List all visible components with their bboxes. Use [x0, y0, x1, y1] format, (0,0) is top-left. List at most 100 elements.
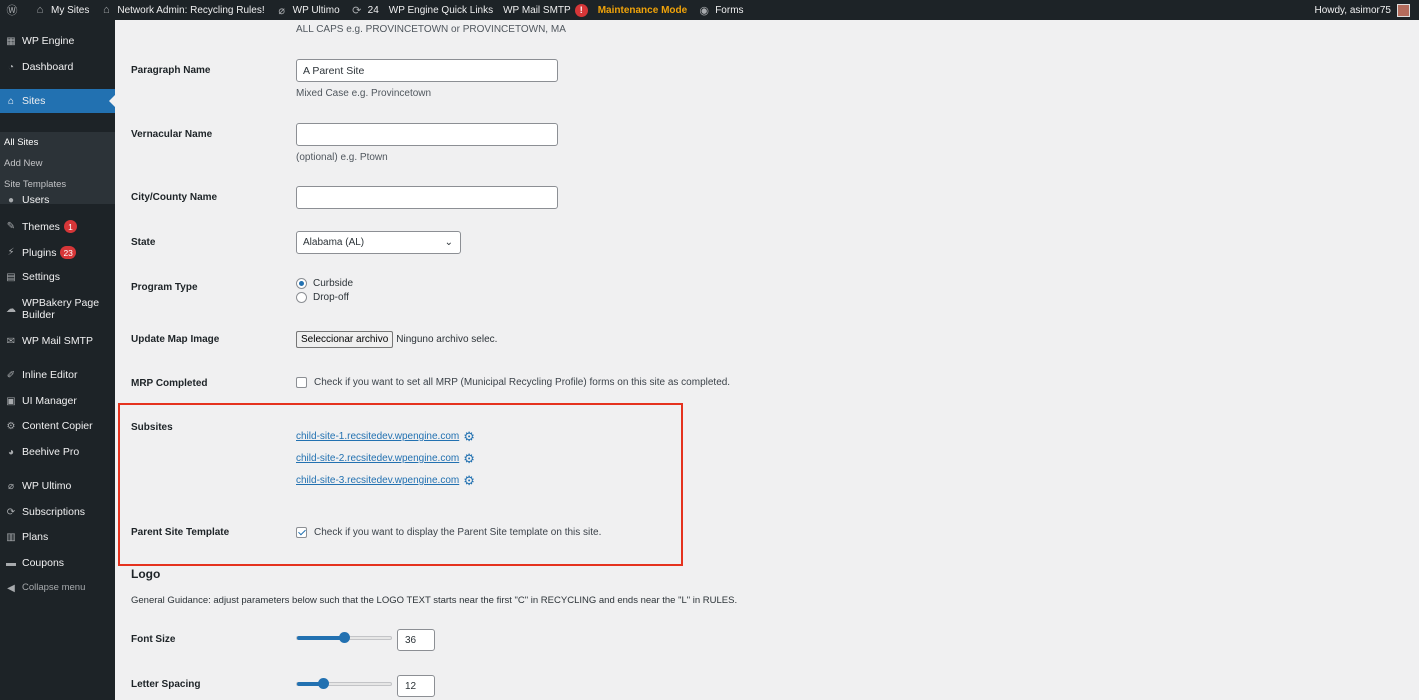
gear-icon[interactable]: ⚙ [463, 452, 475, 465]
sidebar-item-coupons[interactable]: ▬ Coupons [0, 557, 115, 569]
mrp-completed-label: MRP Completed [131, 378, 208, 389]
state-select[interactable]: Alabama (AL) ⌄ [296, 231, 461, 254]
sidebar-item-plugins[interactable]: ⚡ Plugins 23 [0, 246, 115, 259]
plans-icon: ▥ [6, 531, 16, 543]
sites-icon: ⌂ [7, 95, 15, 107]
main-content: ALL CAPS e.g. PROVINCETOWN or PROVINCETO… [115, 20, 1419, 700]
paragraph-name-description: Mixed Case e.g. Provincetown [296, 88, 432, 99]
forms-icon: ◉ [699, 4, 709, 17]
maintenance-mode-link[interactable]: Maintenance Mode [593, 0, 692, 20]
program-dropoff-option[interactable]: Drop-off [296, 292, 349, 303]
logo-section-title: Logo [131, 567, 161, 581]
sidebar-item-wp-ultimo[interactable]: ⌀ WP Ultimo [0, 480, 115, 492]
subsite-item: child-site-1.recsitedev.wpengine.com ⚙ [296, 430, 475, 443]
settings-icon: ▤ [6, 271, 16, 283]
subsite-link-1[interactable]: child-site-1.recsitedev.wpengine.com [296, 431, 459, 442]
submenu-all-sites[interactable]: All Sites [4, 137, 38, 148]
paragraph-name-label: Paragraph Name [131, 65, 211, 76]
admin-bar: Ⓦ ⌂ My Sites ⌂ Network Admin: Recycling Ru… [0, 0, 1419, 20]
dropoff-radio[interactable] [296, 292, 307, 303]
mrp-completed-option[interactable]: Check if you want to set all MRP (Munici… [296, 377, 730, 388]
slider-handle[interactable] [318, 678, 329, 689]
state-selected-value: Alabama (AL) [303, 237, 365, 248]
sidebar-item-content-copier[interactable]: ⚙ Content Copier [0, 420, 115, 432]
slider-handle[interactable] [339, 632, 350, 643]
state-label: State [131, 237, 156, 248]
sidebar-item-themes[interactable]: ✎ Themes 1 [0, 220, 115, 233]
vernacular-name-description: (optional) e.g. Ptown [296, 152, 388, 163]
chevron-down-icon: ⌄ [444, 237, 453, 248]
slider-fill [297, 636, 344, 640]
vernacular-name-label: Vernacular Name [131, 129, 213, 140]
dashboard-icon: ◔ [7, 61, 15, 73]
home-icon: ⌂ [103, 4, 110, 16]
sidebar-item-subscriptions[interactable]: ⟳ Subscriptions [0, 506, 115, 518]
wp-engine-icon: ▦ [6, 35, 16, 47]
curbside-radio[interactable] [296, 278, 307, 289]
subsites-label: Subsites [131, 422, 173, 433]
gear-icon: ⚙ [6, 420, 16, 432]
wp-ultimo-icon: ⌀ [278, 4, 285, 17]
account-menu[interactable]: Howdy, asimor75 [1309, 0, 1415, 20]
wp-ultimo-link[interactable]: ⌀ WP Ultimo [270, 0, 345, 20]
sidebar-item-wpbakery[interactable]: ☁ WPBakery Page Builder [0, 297, 115, 321]
all-caps-description: ALL CAPS e.g. PROVINCETOWN or PROVINCETO… [296, 24, 566, 35]
admin-sidebar: ▦ WP Engine ◔ Dashboard ⌂ Sites All Sites A… [0, 20, 115, 700]
city-county-input[interactable] [296, 186, 558, 209]
letter-spacing-slider[interactable] [296, 678, 392, 689]
subsite-item: child-site-2.recsitedev.wpengine.com ⚙ [296, 452, 475, 465]
mail-icon: ✉ [6, 335, 16, 347]
letter-spacing-input[interactable]: 12 [397, 675, 435, 697]
sidebar-item-plans[interactable]: ▥ Plans [0, 531, 115, 543]
sidebar-item-users[interactable]: ● Users [0, 194, 115, 206]
font-size-slider[interactable] [296, 632, 392, 643]
sidebar-item-dashboard[interactable]: ◔ Dashboard [0, 61, 115, 73]
sidebar-item-beehive-pro[interactable]: ◕ Beehive Pro [0, 446, 115, 458]
program-curbside-option[interactable]: Curbside [296, 278, 353, 289]
sidebar-item-wp-mail-smtp[interactable]: ✉ WP Mail SMTP [0, 335, 115, 347]
gear-icon[interactable]: ⚙ [463, 430, 475, 443]
file-status-text: Ninguno archivo selec. [396, 334, 498, 345]
collapse-icon: ◀ [7, 582, 15, 594]
update-map-image-label: Update Map Image [131, 334, 220, 345]
submenu-add-new[interactable]: Add New [4, 158, 43, 169]
sites-icon: ⌂ [36, 4, 44, 16]
map-image-file-input: Seleccionar archivo Ninguno archivo sele… [296, 331, 497, 348]
font-size-input[interactable]: 36 [397, 629, 435, 651]
themes-badge: 1 [63, 220, 77, 233]
alert-badge: ! [574, 3, 588, 17]
wordpress-logo-button[interactable]: Ⓦ [0, 0, 28, 20]
ui-manager-icon: ▣ [6, 395, 16, 407]
paragraph-name-input[interactable] [296, 59, 558, 82]
submenu-site-templates[interactable]: Site Templates [4, 179, 66, 190]
my-sites-link[interactable]: ⌂ My Sites [28, 0, 94, 20]
choose-file-button[interactable]: Seleccionar archivo [296, 331, 394, 348]
sidebar-item-inline-editor[interactable]: ✐ Inline Editor [0, 369, 115, 381]
font-size-label: Font Size [131, 634, 176, 645]
users-icon: ● [7, 194, 15, 206]
updates-link[interactable]: ⟳ 24 [345, 0, 384, 20]
wp-engine-quick-links[interactable]: WP Engine Quick Links [384, 0, 498, 20]
collapse-menu-button[interactable]: ◀ Collapse menu [0, 582, 115, 594]
sidebar-item-sites[interactable]: ⌂ Sites [0, 89, 115, 113]
mrp-completed-checkbox[interactable] [296, 377, 307, 388]
forms-link[interactable]: ◉ Forms [692, 0, 748, 20]
subsite-link-3[interactable]: child-site-3.recsitedev.wpengine.com [296, 475, 459, 486]
subsite-link-2[interactable]: child-site-2.recsitedev.wpengine.com [296, 453, 459, 464]
vernacular-name-input[interactable] [296, 123, 558, 146]
parent-site-template-checkbox[interactable] [296, 527, 307, 538]
parent-site-template-label: Parent Site Template [131, 527, 230, 538]
plugin-icon: ⚡ [7, 247, 15, 258]
wp-mail-smtp-link[interactable]: WP Mail SMTP! [498, 0, 593, 20]
beehive-icon: ◕ [7, 446, 15, 458]
sidebar-item-wp-engine[interactable]: ▦ WP Engine [0, 35, 115, 47]
parent-site-template-option[interactable]: Check if you want to display the Parent … [296, 527, 601, 538]
network-admin-link[interactable]: ⌂ Network Admin: Recycling Rules! [94, 0, 269, 20]
sidebar-item-ui-manager[interactable]: ▣ UI Manager [0, 395, 115, 407]
wp-ultimo-icon: ⌀ [7, 480, 15, 492]
sidebar-item-settings[interactable]: ▤ Settings [0, 271, 115, 283]
city-county-label: City/County Name [131, 192, 218, 203]
gear-icon[interactable]: ⚙ [463, 474, 475, 487]
brush-icon: ✎ [6, 221, 16, 232]
updates-icon: ⟳ [352, 4, 362, 17]
